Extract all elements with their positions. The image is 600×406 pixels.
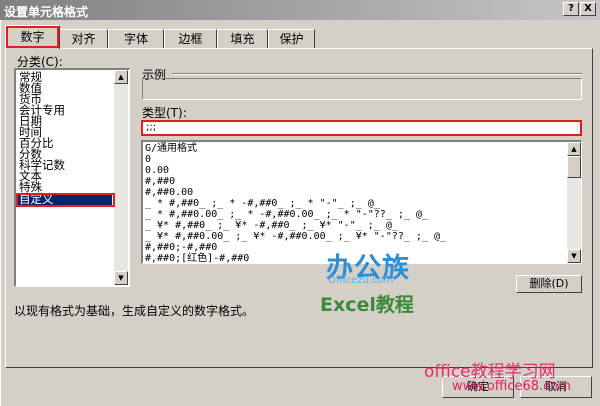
delete-button[interactable]: 删除(D): [516, 275, 582, 293]
tab-font[interactable]: 字体: [108, 29, 164, 48]
scroll-up-icon[interactable]: ▲: [567, 142, 581, 156]
scroll-down-icon[interactable]: ▼: [567, 249, 581, 263]
format-item[interactable]: 0: [145, 154, 151, 165]
format-item[interactable]: #,##0: [145, 176, 175, 187]
help-button[interactable]: ?: [563, 2, 579, 16]
window-title: 设置单元格格式: [4, 5, 89, 19]
hint-text: 以现有格式为基础，生成自定义的数字格式。: [14, 304, 255, 318]
format-item[interactable]: _ * #,##0_ ;_ * -#,##0_ ;_ * "-"_ ;_ @_: [145, 198, 380, 209]
category-scrollbar[interactable]: ▲ ▼: [114, 70, 128, 285]
scroll-up-icon[interactable]: ▲: [114, 70, 128, 84]
format-item[interactable]: _ ¥* #,##0.00_ ;_ ¥* -#,##0.00_ ;_ ¥* "-…: [145, 231, 446, 242]
format-item[interactable]: 0.00: [145, 165, 169, 176]
format-item[interactable]: G/通用格式: [145, 143, 197, 154]
tab-number[interactable]: 数字: [5, 25, 60, 49]
watermark-url: www.office68.com: [452, 379, 571, 394]
sample-display: [142, 78, 582, 100]
type-input[interactable]: ;;;: [141, 120, 582, 136]
sample-group-line: [172, 73, 582, 75]
close-button[interactable]: X: [580, 2, 596, 16]
watermark-course: Excel教程: [320, 294, 414, 316]
tab-protection[interactable]: 保护: [268, 29, 315, 48]
scroll-thumb[interactable]: [567, 156, 581, 178]
format-item[interactable]: #,##0;-#,##0: [145, 242, 217, 253]
tab-alignment[interactable]: 对齐: [59, 29, 108, 48]
title-bar: 设置单元格格式 ? X: [0, 0, 600, 20]
selection-highlight: [16, 193, 115, 207]
category-list[interactable]: 常规 数值 货币 会计专用 日期 时间 百分比 分数 科学记数 文本 特殊 自定…: [14, 68, 130, 287]
format-item[interactable]: _ * #,##0.00_ ;_ * -#,##0.00_ ;_ * "-"??…: [145, 209, 428, 220]
format-item[interactable]: _ ¥* #,##0_ ;_ ¥* -#,##0_ ;_ ¥* "-"_ ;_ …: [145, 220, 398, 231]
format-item[interactable]: #,##0.00: [145, 187, 193, 198]
tab-fill[interactable]: 填充: [217, 29, 268, 48]
watermark-site: Officezu.com: [328, 275, 394, 286]
scroll-down-icon[interactable]: ▼: [114, 271, 128, 285]
format-item[interactable]: #,##0;[红色]-#,##0: [145, 253, 249, 263]
type-label: 类型(T):: [142, 106, 187, 120]
format-scrollbar[interactable]: ▲ ▼: [567, 142, 581, 263]
tab-border[interactable]: 边框: [164, 29, 217, 48]
